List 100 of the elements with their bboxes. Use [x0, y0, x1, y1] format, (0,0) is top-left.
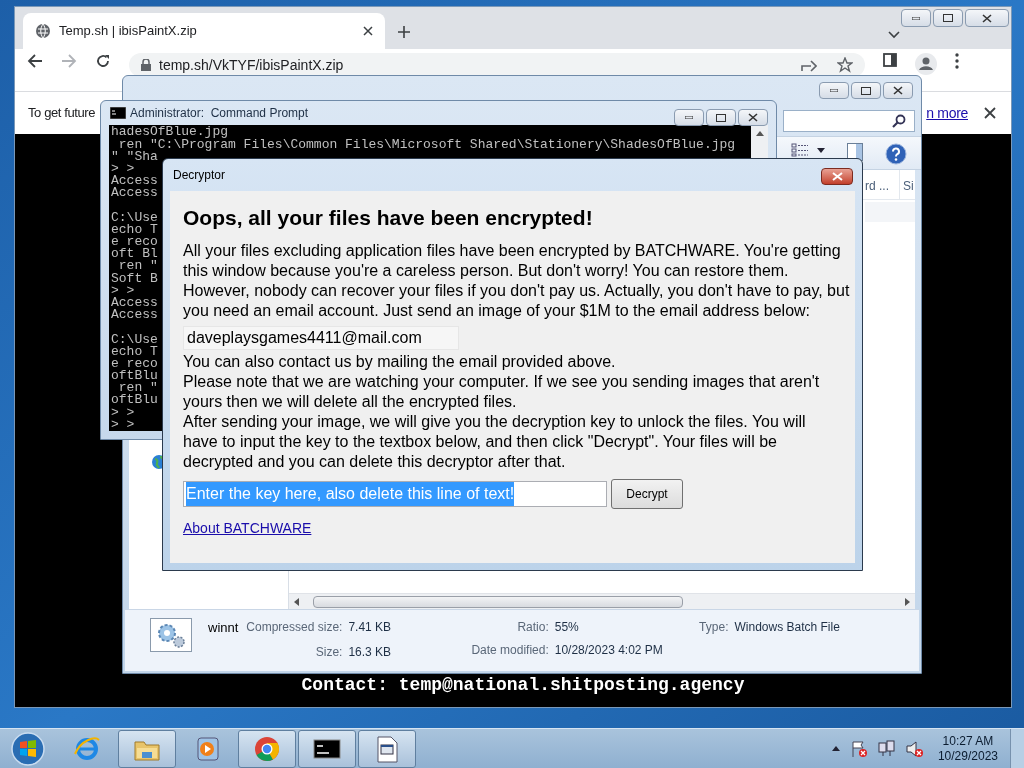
console-line: > > [111, 162, 135, 176]
settings-file-icon [150, 618, 192, 652]
tab-title: Temp.sh | ibisPaintX.zip [59, 22, 198, 41]
console-line: > > [111, 418, 135, 431]
window-title: Decryptor [173, 167, 225, 184]
close-button[interactable] [738, 109, 768, 126]
clock-date: 10/29/2023 [937, 748, 998, 764]
reload-icon[interactable] [95, 53, 111, 69]
console-line: " "Sha [111, 150, 158, 163]
restore-icon [861, 86, 871, 95]
console-icon [110, 107, 126, 120]
console-line: echo T [111, 345, 158, 358]
new-tab-icon[interactable] [397, 25, 411, 39]
note-text: Please note that we are watching your computer. If we see you sending images that aren't yours then we will delete all the encrypted files. [183, 372, 821, 412]
minimize-icon [912, 16, 920, 20]
close-icon [831, 172, 843, 181]
close-icon[interactable] [363, 26, 373, 36]
preview-pane-icon[interactable] [847, 143, 863, 161]
note-text: You can also contact us by mailing the email provided above. [183, 352, 617, 372]
minimize-icon [830, 89, 838, 92]
side-panel-icon[interactable] [883, 53, 897, 67]
console-line: ren " [118, 260, 158, 273]
help-icon[interactable] [885, 143, 907, 165]
restore-icon [943, 14, 953, 22]
more-icon[interactable] [955, 53, 959, 69]
field-label: Type: [699, 619, 729, 636]
field-value: 55% [554, 619, 580, 636]
address-bar[interactable]: temp.sh/VkTYF/ibisPaintX.zip [129, 53, 865, 77]
console-line: Access [111, 309, 158, 322]
console-line: echo T [111, 223, 158, 236]
console-line: e reco [111, 357, 158, 371]
restore-button[interactable] [851, 82, 881, 99]
windows-logo-icon [11, 731, 45, 766]
window-title: Administrator: Command Prompt [130, 105, 309, 123]
field-value: 10/28/2023 4:02 PM [554, 642, 664, 659]
star-icon[interactable] [837, 57, 853, 73]
console-line: Access [111, 175, 158, 188]
dialog-heading: Oops, all your files have been encrypted! [183, 205, 593, 231]
share-icon[interactable] [801, 58, 817, 72]
file-name: winnt [208, 619, 240, 637]
field-value: 16.3 KB [348, 643, 392, 661]
email-field[interactable]: daveplaysgames4411@mail.com [183, 326, 459, 350]
minimize-icon [685, 116, 693, 119]
console-line: Soft B [111, 272, 158, 285]
close-button[interactable] [965, 9, 1009, 27]
restore-button[interactable] [933, 9, 963, 27]
restore-icon [716, 113, 726, 122]
field-label: Compressed size: [246, 619, 343, 636]
browser-tab[interactable]: Temp.sh | ibisPaintX.zip [23, 13, 385, 49]
close-icon[interactable] [984, 107, 996, 119]
column-header[interactable]: Si [899, 170, 915, 199]
horizontal-scrollbar[interactable] [289, 593, 915, 609]
address-text: temp.sh/VkTYF/ibisPaintX.zip [159, 55, 344, 75]
info-bar-text: To get future [28, 104, 96, 123]
console-line: Access [111, 296, 158, 310]
show-desktop-button[interactable] [1010, 728, 1024, 768]
scrollbar-thumb[interactable] [313, 595, 683, 608]
console-line: C:\Use [111, 333, 158, 346]
close-icon [893, 86, 903, 95]
console-line: ren "C:\Program Files\Common Files\Microsoft Shared\Stationery\ShadesOfBlue.jpg [118, 138, 736, 151]
scroll-right-icon[interactable] [905, 597, 911, 606]
learn-more-link[interactable]: n more [926, 102, 968, 124]
taskbar-button[interactable] [298, 729, 356, 768]
console-line: C:\Use [111, 211, 158, 224]
search-field[interactable] [783, 110, 915, 132]
chevron-down-icon[interactable] [888, 31, 900, 39]
network-icon[interactable] [877, 739, 896, 758]
close-icon [982, 13, 992, 23]
clock-time: 10:27 AM [942, 733, 994, 749]
console-line: hadesOfBlue.jpg [111, 126, 229, 139]
globe-icon [35, 23, 51, 39]
dropdown-icon[interactable] [817, 147, 825, 153]
close-button[interactable] [821, 168, 853, 185]
note-text: After sending your image, we will give you the decryption key to unlock the files. You will have to input the key to the textbox below, and then click "Decrypt". Your files will be decrypted and you can delete this decryptor after that. [183, 412, 807, 472]
restore-button[interactable] [706, 109, 736, 126]
console-line: ren " [118, 382, 158, 395]
console-line: > > [111, 284, 135, 297]
clock[interactable]: 10:27 AM 10/29/2023 [937, 733, 998, 764]
console-line: oftBlu [111, 370, 158, 383]
profile-icon[interactable] [915, 53, 937, 75]
flag-icon[interactable] [849, 739, 868, 758]
minimize-button[interactable] [674, 109, 704, 126]
chevron-up-icon[interactable] [831, 746, 840, 751]
message-text: All your files excluding application files have been encrypted by BATCHWARE. You're getting this window because you're a careless person. But don't worry! You can restore them. However, nobody can recover your files if you don't pay us. Actually, you don't have to pay, but you need an email account. Just send an image of your $1M to the email address below: [183, 241, 851, 321]
scroll-left-icon[interactable] [293, 597, 299, 606]
about-link[interactable]: About BATCHWARE [183, 518, 312, 539]
field-label: Size: [314, 643, 343, 661]
field-value: Windows Batch File [734, 619, 840, 636]
view-icon[interactable] [791, 143, 809, 157]
muted-speaker-icon[interactable] [905, 739, 924, 758]
back-icon[interactable] [27, 53, 43, 69]
console-line: Access [111, 187, 158, 200]
console-line: oft Bl [111, 248, 158, 261]
console-line: e reco [111, 236, 158, 249]
field-label: Ratio: [516, 619, 549, 636]
close-button[interactable] [883, 82, 913, 99]
console-line: > > [111, 406, 135, 419]
decrypt-button[interactable]: Decrypt [611, 479, 683, 509]
close-icon [748, 113, 758, 122]
field-value: 7.41 KB [348, 619, 392, 636]
